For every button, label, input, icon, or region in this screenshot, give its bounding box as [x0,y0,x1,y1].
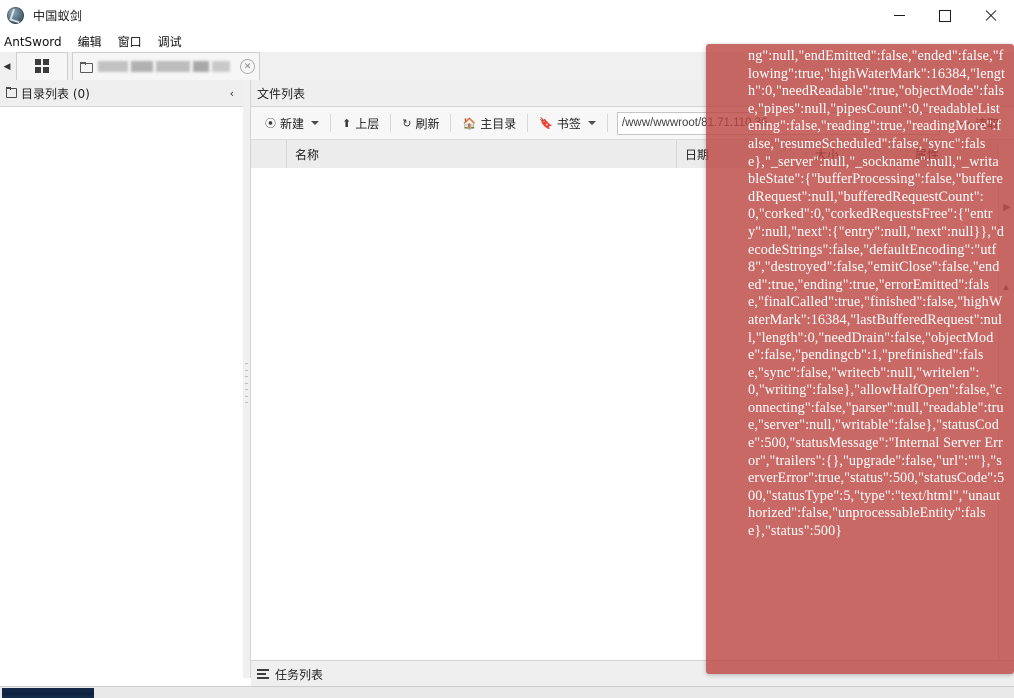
folder-icon [80,61,93,73]
directory-list-title: 目录列表 (0) [21,86,90,101]
directory-list-panel: 目录列表 (0) ‹ [0,80,244,678]
tab-scroll-left-button[interactable]: ◀ [0,53,14,80]
tab-close-icon[interactable]: ✕ [240,59,255,74]
folder-icon [6,87,17,99]
bookmark-button-label: 书签 [556,116,581,131]
tab-home[interactable] [16,52,68,80]
minimize-button[interactable] [876,0,922,31]
refresh-button[interactable]: ↻ 刷新 [394,112,447,134]
error-notification-overlay[interactable]: ng":null,"endEmitted":false,"ended":fals… [706,44,1014,674]
status-bar [0,686,1014,698]
directory-list-header: 目录列表 (0) ‹ [0,80,243,107]
home-icon: 🏠 [462,116,477,130]
maximize-icon [939,9,951,22]
plus-circle-icon: ⦿ [265,117,276,130]
task-list-title: 任务列表 [275,667,324,682]
chevron-down-icon[interactable] [311,121,320,125]
window-title: 中国蚁剑 [33,9,83,23]
refresh-icon: ↻ [402,116,412,130]
minimize-icon [893,15,905,16]
up-button[interactable]: ⬆ 上层 [334,112,387,134]
toolbar-divider [390,114,392,132]
home-directory-button[interactable]: 🏠 主目录 [454,112,524,134]
toolbar-divider [450,114,452,132]
close-button[interactable] [968,0,1014,31]
refresh-button-label: 刷新 [415,116,440,131]
toolbar-divider [527,114,529,132]
toolbar-divider [330,114,332,132]
arrow-up-icon: ⬆ [342,116,352,130]
collapse-chevron-icon[interactable]: ‹ [227,87,237,100]
bookmark-icon: 🔖 [539,116,553,130]
bookmark-button[interactable]: 🔖 书签 [531,112,604,134]
menu-antsword[interactable]: AntSword [0,33,70,51]
column-checkbox[interactable] [251,140,287,168]
new-button[interactable]: ⦿ 新建 [257,112,327,134]
title-bar: 中国蚁剑 [0,0,1014,32]
status-progress-indicator [2,688,94,698]
splitter-grip-icon [245,363,248,403]
antsword-window: 中国蚁剑 AntSword 编辑 窗口 调试 ◀ ✕ 目录列表 (0) ‹ 文件… [0,0,1014,698]
directory-tree-body[interactable] [0,107,243,678]
home-directory-button-label: 主目录 [480,116,517,131]
menu-debug[interactable]: 调试 [150,31,190,52]
panel-splitter[interactable] [243,80,251,678]
tab-shell-session[interactable]: ✕ [72,52,260,80]
error-message-text: ng":null,"endEmitted":false,"ended":fals… [748,48,1006,540]
up-button-label: 上层 [355,116,380,131]
window-controls [876,0,1014,31]
chevron-down-icon[interactable] [587,121,596,125]
file-list-title: 文件列表 [257,86,306,101]
maximize-button[interactable] [922,0,968,31]
tab-label-redacted [98,60,234,73]
toolbar-divider [606,114,608,132]
new-button-label: 新建 [280,116,305,131]
grid-icon [34,59,50,74]
column-name[interactable]: 名称 [287,140,677,168]
menu-edit[interactable]: 编辑 [70,31,110,52]
close-icon [985,10,997,22]
list-icon [257,669,269,679]
antsword-logo-icon [7,7,24,24]
menu-window[interactable]: 窗口 [110,31,150,52]
